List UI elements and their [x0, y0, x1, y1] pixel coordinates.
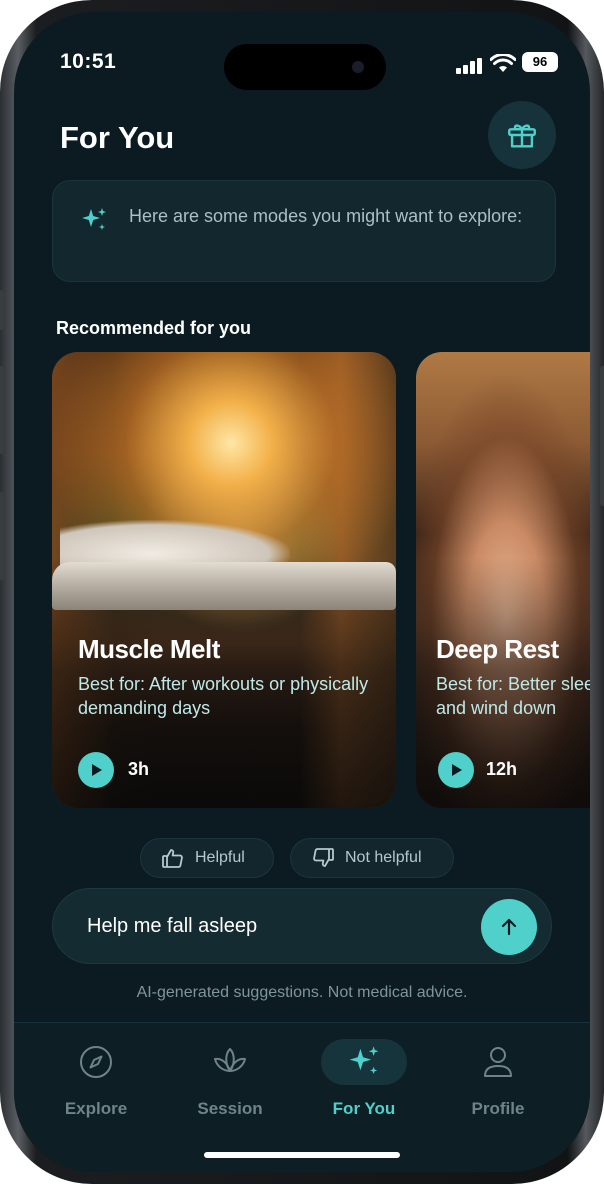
play-icon	[452, 764, 462, 776]
card-title: Muscle Melt	[78, 634, 220, 664]
play-button[interactable]	[438, 752, 474, 788]
sparkles-icon	[349, 1046, 379, 1074]
card-description: Best for: Better sleep and wind down	[436, 674, 590, 718]
home-indicator[interactable]	[204, 1152, 400, 1158]
chat-input[interactable]: Help me fall asleep	[52, 888, 552, 964]
power-button	[600, 366, 604, 506]
tab-profile[interactable]: Profile	[438, 1045, 558, 1119]
card-duration: 12h	[486, 759, 518, 779]
tab-bar: Explore Session For You Profile	[14, 1022, 590, 1172]
not-helpful-label: Not helpful	[345, 849, 422, 866]
helpful-button[interactable]: Helpful	[140, 838, 274, 878]
play-button[interactable]	[78, 752, 114, 788]
person-icon	[484, 1047, 512, 1077]
thumbs-down-icon	[313, 848, 334, 867]
active-tab-indicator	[321, 1039, 407, 1085]
card-duration: 3h	[128, 759, 150, 779]
compass-icon	[80, 1046, 112, 1078]
helpful-label: Helpful	[195, 849, 245, 866]
camera-dot	[352, 61, 364, 73]
lotus-icon	[214, 1048, 246, 1072]
sparkles-icon	[82, 208, 106, 230]
dynamic-island	[224, 44, 386, 90]
phone-frame: 10:51 96 For You Here are some modes you…	[0, 0, 604, 1184]
play-icon	[92, 764, 102, 776]
wifi-icon	[490, 54, 516, 72]
ai-prompt-card: Here are some modes you might want to ex…	[52, 180, 556, 282]
screen: 10:51 96 For You Here are some modes you…	[14, 12, 590, 1172]
arrow-up-icon	[501, 918, 517, 936]
tab-label: Session	[197, 1099, 263, 1118]
tab-session[interactable]: Session	[170, 1045, 290, 1119]
signal-icon	[456, 58, 482, 74]
mode-card-deep-rest[interactable]: Deep Rest Best for: Better sleep and win…	[416, 352, 590, 808]
send-button[interactable]	[481, 899, 537, 955]
mode-card-muscle-melt[interactable]: Muscle Melt Best for: After workouts or …	[52, 352, 396, 808]
recommended-carousel[interactable]: Muscle Melt Best for: After workouts or …	[52, 352, 590, 808]
ai-prompt-text: Here are some modes you might want to ex…	[129, 206, 523, 226]
battery-indicator: 96	[522, 52, 558, 72]
mute-switch	[0, 290, 4, 330]
card-title: Deep Rest	[436, 634, 559, 664]
tab-label: Explore	[64, 1099, 128, 1118]
disclaimer-text: AI-generated suggestions. Not medical ad…	[136, 984, 468, 1001]
thumbs-up-icon	[162, 849, 183, 868]
tab-label: Profile	[471, 1099, 525, 1118]
section-heading: Recommended for you	[56, 318, 252, 338]
volume-down-button	[0, 492, 4, 580]
status-bar: 10:51 96	[14, 12, 590, 102]
tab-explore[interactable]: Explore	[36, 1045, 156, 1119]
tab-label: For You	[332, 1099, 396, 1118]
not-helpful-button[interactable]: Not helpful	[290, 838, 454, 878]
card-overlay	[416, 352, 590, 808]
gift-icon	[508, 124, 536, 148]
card-description: Best for: After workouts or physically d…	[78, 674, 369, 718]
chat-input-value[interactable]: Help me fall asleep	[87, 915, 257, 938]
status-time: 10:51	[60, 50, 117, 73]
volume-up-button	[0, 366, 4, 454]
gift-button[interactable]	[488, 101, 556, 169]
page-title: For You	[60, 120, 175, 155]
card-overlay	[52, 352, 396, 808]
tab-for-you[interactable]: For You	[304, 1039, 424, 1119]
